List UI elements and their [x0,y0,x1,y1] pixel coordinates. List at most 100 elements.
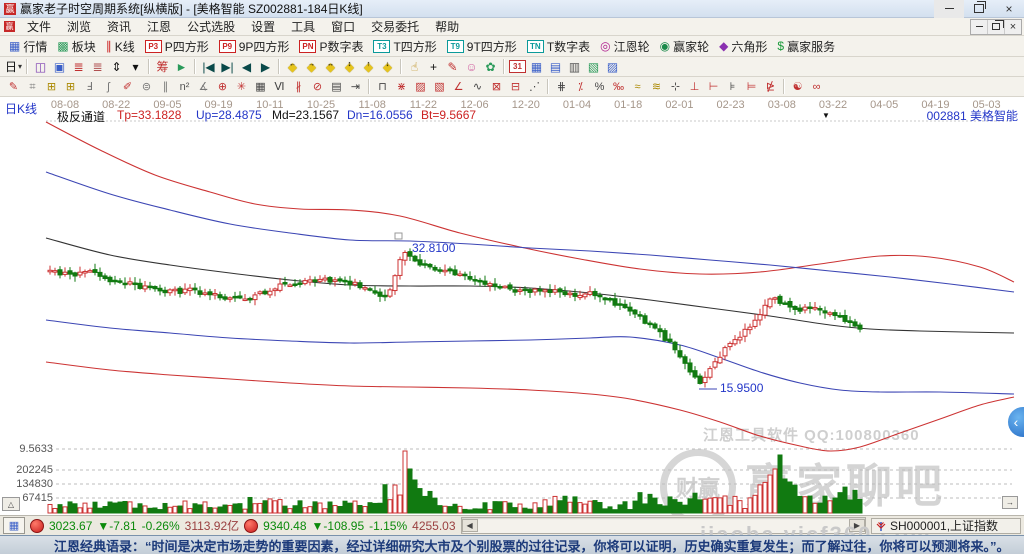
menu-tools[interactable]: 工具 [283,18,323,36]
bar-stats-1-button[interactable]: ≣ [69,58,88,75]
draw-bracket-button[interactable]: ⊓ [373,78,392,95]
split-window-button[interactable]: ◫ [31,58,50,75]
crosshair-tool-button[interactable]: + [424,58,443,75]
draw-approx-2-button[interactable]: ≋ [647,78,666,95]
toolbar-p-square-button[interactable]: P3 P四方形 [140,37,214,56]
toolbar-9t-square-button[interactable]: T9 9T四方形 [442,37,522,56]
draw-dark-grid-button[interactable]: ▦ [251,78,270,95]
menu-window[interactable]: 窗口 [323,18,363,36]
menu-gann[interactable]: 江恩 [139,18,179,36]
draw-roman-button[interactable]: Ⅵ [270,78,289,95]
period-selector-button[interactable]: 日 ▾ [4,58,23,75]
draw-extend-button[interactable]: ⇥ [346,78,365,95]
toolbar-winner-service-button[interactable]: $ 赢家服务 [772,37,840,56]
draw-percent-button[interactable]: % [590,78,609,95]
quote-grid-icon[interactable]: ▦ [3,517,25,534]
save-layout-button[interactable]: ▤ [546,58,565,75]
draw-ratio-1-button[interactable]: ⁒ [571,78,590,95]
bar-stats-2-button[interactable]: ≣ [88,58,107,75]
draw-circle-slash-button[interactable]: ⊘ [308,78,327,95]
scroll-left-button[interactable]: ◀ [461,519,478,532]
draw-hash-button[interactable]: ⋕ [552,78,571,95]
scale-toggle-button[interactable]: ⇕ [107,58,126,75]
draw-models-button[interactable]: ⊧ [723,78,742,95]
draw-hatch-2-button[interactable]: ▧ [430,78,449,95]
calculator-tool-button[interactable]: ▦ [527,58,546,75]
restore-button[interactable] [964,0,994,18]
flag-marker-button[interactable]: ► [172,58,191,75]
toolbar-p-number-table-button[interactable]: PN P数字表 [294,37,368,56]
toolbar-hexagon-button[interactable]: ◆ 六角形 [714,37,772,56]
diamond-up-button[interactable]: ◆ ↑ [359,58,378,75]
draw-parallel-button[interactable]: ∥ [156,78,175,95]
step-back-button[interactable]: ◀ [237,58,256,75]
jump-end-button[interactable]: ▶| [218,58,237,75]
yin-yang-tool-button[interactable]: ☯ [788,78,807,95]
draw-circle-line-button[interactable]: ⊜ [137,78,156,95]
chip-distribution-button[interactable]: 筹 [153,58,172,75]
toolbar-9p-square-button[interactable]: P9 9P四方形 [214,37,295,56]
toolbar-quotes-button[interactable]: ▦ 行情 [4,37,52,56]
draw-n-square-button[interactable]: n² [175,78,194,95]
draw-wave-button[interactable]: ∿ [468,78,487,95]
draw-rays-button[interactable]: ⋇ [392,78,411,95]
draw-fan-button[interactable]: ✳ [232,78,251,95]
draw-perp-button[interactable]: ⊥ [685,78,704,95]
menu-news[interactable]: 资讯 [99,18,139,36]
draw-minus-box-button[interactable]: ⊟ [506,78,525,95]
draw-circle-cross-button[interactable]: ⊕ [213,78,232,95]
draw-rows-button[interactable]: ▤ [327,78,346,95]
toolbar-t-square-button[interactable]: T3 T四方形 [368,37,441,56]
toolbar-t-number-table-button[interactable]: TN T数字表 [522,37,595,56]
annotate-tool-button[interactable]: ✎ [443,58,462,75]
draw-star-cross-button[interactable]: ⊹ [666,78,685,95]
draw-angle-button[interactable]: ∠ [449,78,468,95]
draw-entail-button[interactable]: ⊨ [742,78,761,95]
menu-trade[interactable]: 交易委托 [363,18,427,36]
menu-file[interactable]: 文件 [19,18,59,36]
minimize-button[interactable] [934,0,964,18]
pane-collapse-button[interactable]: △ [2,497,20,511]
draw-x-box-button[interactable]: ⊠ [487,78,506,95]
menu-formula-select[interactable]: 公式选股 [179,18,243,36]
current-index-panel[interactable]: SH000001,上证指数 [871,517,1021,534]
draw-square-grid-1-button[interactable]: ⊞ [42,78,61,95]
step-forward-button[interactable]: ▶ [256,58,275,75]
view-dropdown-button[interactable]: ▾ [126,58,145,75]
toolbar-gann-wheel-button[interactable]: ◎ 江恩轮 [595,37,655,56]
infinity-tool-button[interactable]: ∞ [807,78,826,95]
print-tool-button[interactable]: ▥ [565,58,584,75]
diamond-h-button[interactable]: ◆ ↔ [321,58,340,75]
calendar-tool-button[interactable]: 31 [508,58,527,75]
pc-tool-2-button[interactable]: ▨ [603,58,622,75]
face-mark-tool-button[interactable]: ☺ [462,58,481,75]
board-view-button[interactable]: ▣ [50,58,69,75]
draw-channel-button[interactable]: ∦ [289,78,308,95]
draw-hatch-1-button[interactable]: ▨ [411,78,430,95]
pc-tool-1-button[interactable]: ▧ [584,58,603,75]
jump-start-button[interactable]: |◀ [199,58,218,75]
diamond-left-button[interactable]: ◆ ← [283,58,302,75]
draw-tack-button[interactable]: ⊢ [704,78,723,95]
draw-angle-ruler-button[interactable]: ∡ [194,78,213,95]
hand-tool-button[interactable]: ☝ [405,58,424,75]
draw-permille-button[interactable]: ‰ [609,78,628,95]
draw-pen-button[interactable]: ✎ [4,78,23,95]
mdi-restore-button[interactable] [987,19,1004,34]
diamond-right-button[interactable]: ◆ → [302,58,321,75]
draw-ntriangle-button[interactable]: ⋭ [761,78,780,95]
diamond-down-button[interactable]: ◆ ↓ [378,58,397,75]
close-button[interactable]: × [994,0,1024,18]
menu-browse[interactable]: 浏览 [59,18,99,36]
draw-square-grid-2-button[interactable]: ⊞ [61,78,80,95]
draw-dots-button[interactable]: ⋰ [525,78,544,95]
flower-mark-tool-button[interactable]: ✿ [481,58,500,75]
draw-grid-button[interactable]: ⌗ [23,78,42,95]
draw-marker-pen-button[interactable]: ✐ [118,78,137,95]
toolbar-sectors-button[interactable]: ▩ 板块 [52,37,100,56]
mdi-close-button[interactable]: × [1004,19,1021,34]
draw-f-line-button[interactable]: Ⅎ [80,78,99,95]
menu-settings[interactable]: 设置 [243,18,283,36]
pane-expand-button[interactable]: → [1002,496,1018,509]
diamond-v-button[interactable]: ◆ ↕ [340,58,359,75]
